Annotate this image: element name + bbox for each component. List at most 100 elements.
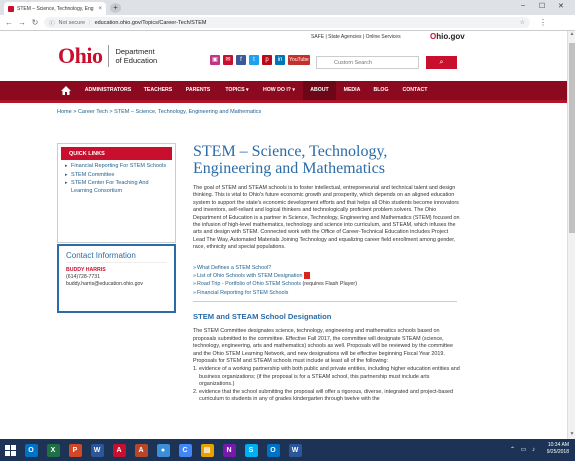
- bookmark-star-icon[interactable]: ☆: [520, 19, 525, 26]
- app-icon: O: [266, 443, 280, 457]
- new-tab-button[interactable]: +: [110, 3, 121, 13]
- link-financial-reporting[interactable]: Financial Reporting for STEM Schools: [197, 290, 288, 296]
- taskbar-app[interactable]: S: [240, 439, 262, 461]
- taskbar-app[interactable]: O: [20, 439, 42, 461]
- pinterest-icon[interactable]: p: [262, 55, 272, 65]
- search-input[interactable]: [316, 56, 419, 69]
- tab-close-icon[interactable]: ×: [98, 6, 102, 12]
- home-icon[interactable]: [60, 85, 72, 96]
- taskbar-app[interactable]: ●: [152, 439, 174, 461]
- taskbar-apps: O X P W A A ● C ▤ N S O W: [20, 439, 306, 461]
- clock-time: 10:34 AM: [547, 442, 569, 448]
- app-icon: A: [134, 443, 148, 457]
- logo-dept-line1: Department: [115, 47, 155, 56]
- facebook-icon[interactable]: f: [236, 55, 246, 65]
- browser-tab-bar: STEM – Science, Technology, Eng × + – ☐ …: [0, 0, 575, 15]
- nav-topics[interactable]: TOPICS ▾: [218, 81, 256, 100]
- browser-tab[interactable]: STEM – Science, Technology, Eng ×: [4, 2, 106, 15]
- app-icon: N: [222, 443, 236, 457]
- minimize-icon[interactable]: –: [521, 2, 525, 9]
- contact-info-panel: Contact Information BUDDY HARRIS (614)72…: [57, 244, 176, 313]
- nav-media[interactable]: MEDIA: [337, 81, 367, 100]
- taskbar-app[interactable]: W: [86, 439, 108, 461]
- instagram-icon[interactable]: ▣: [210, 55, 220, 65]
- back-icon[interactable]: ←: [5, 18, 13, 27]
- linkedin-icon[interactable]: in: [275, 55, 285, 65]
- scroll-thumb[interactable]: [569, 43, 575, 233]
- quick-link-stem-center[interactable]: STEM Center For Teaching And Learning Co…: [65, 180, 167, 195]
- breadcrumb-current: STEM – Science, Technology, Engineering …: [114, 109, 262, 115]
- clock-date: 9/25/2018: [546, 449, 569, 455]
- link-arrow-icon: »: [193, 264, 196, 271]
- taskbar-app[interactable]: N: [218, 439, 240, 461]
- link-road-trip[interactable]: Road Trip - Portfolio of Ohio STEM Schoo…: [197, 281, 301, 287]
- quick-link-stem-committee[interactable]: STEM Committee: [65, 172, 167, 180]
- forward-icon[interactable]: →: [18, 18, 26, 27]
- link-arrow-icon: »: [193, 289, 196, 296]
- contact-email[interactable]: buddy.harris@education.ohio.gov: [66, 281, 167, 288]
- app-icon: A: [112, 443, 126, 457]
- youtube-icon[interactable]: YouTube: [288, 55, 310, 65]
- taskbar-app[interactable]: C: [174, 439, 196, 461]
- favicon-icon: [8, 5, 14, 12]
- top-utility-links[interactable]: SAFE | State Agencies | Online Services: [311, 34, 401, 40]
- browser-menu-icon[interactable]: ⋮: [539, 18, 547, 27]
- taskbar-app[interactable]: A: [108, 439, 130, 461]
- main-nav: ADMINISTRATORS TEACHERS PARENTS TOPICS ▾…: [0, 81, 575, 100]
- url-field[interactable]: ⓘ Not secure | education.ohio.gov/Topics…: [44, 17, 530, 28]
- nav-contact[interactable]: CONTACT: [396, 81, 434, 100]
- site-header: Ohio Department of Education SAFE | Stat…: [0, 31, 575, 81]
- section-paragraph: The STEM Committee designates science, t…: [193, 328, 453, 364]
- link-item: »Road Trip - Portfolio of Ohio STEM Scho…: [193, 280, 461, 288]
- taskbar-app[interactable]: P: [64, 439, 86, 461]
- security-label: Not secure: [58, 19, 86, 26]
- windows-logo-icon: [4, 444, 16, 456]
- system-tray-icons[interactable]: ⌃ ▭ ♪: [510, 446, 537, 453]
- nav-how-do-i[interactable]: HOW DO I? ▾: [256, 81, 302, 100]
- maximize-icon[interactable]: ☐: [539, 2, 545, 10]
- page-scrollbar[interactable]: ▲ ▼: [567, 31, 575, 439]
- nav-administrators[interactable]: ADMINISTRATORS: [78, 81, 138, 100]
- breadcrumb-home[interactable]: Home: [57, 109, 72, 115]
- app-icon: ●: [156, 443, 170, 457]
- taskbar-app[interactable]: W: [284, 439, 306, 461]
- intro-paragraph: The goal of STEM and STEAM schools is to…: [193, 185, 460, 251]
- logo-ohio-text: Ohio: [58, 43, 103, 68]
- logo-divider: [108, 45, 110, 67]
- url-text: education.ohio.gov/Topics/Career-Tech/ST…: [94, 19, 207, 26]
- email-icon[interactable]: ✉: [223, 55, 233, 65]
- taskbar-app[interactable]: ▤: [196, 439, 218, 461]
- breadcrumb: Home > Career Tech > STEM – Science, Tec…: [57, 109, 261, 115]
- twitter-icon[interactable]: t: [249, 55, 259, 65]
- link-item: »List of Ohio Schools with STEM Designat…: [193, 272, 461, 280]
- nav-parents[interactable]: PARENTS: [178, 81, 218, 100]
- link-list-of-stem-schools[interactable]: List of Ohio Schools with STEM Designati…: [197, 273, 302, 279]
- quick-links-panel: QUICK LINKS Financial Reporting For STEM…: [57, 143, 176, 243]
- close-window-icon[interactable]: ✕: [558, 2, 564, 10]
- contact-phone: (614)728-7731: [66, 274, 101, 280]
- section-divider: [193, 301, 457, 303]
- taskbar-app[interactable]: X: [42, 439, 64, 461]
- link-arrow-icon: »: [193, 273, 196, 280]
- taskbar-app[interactable]: A: [130, 439, 152, 461]
- search-icon: ⌕: [439, 59, 444, 66]
- link-item: »Financial Reporting for STEM Schools: [193, 289, 461, 297]
- taskbar-app[interactable]: O: [262, 439, 284, 461]
- list-text: evidence of a working partnership with b…: [199, 366, 460, 388]
- reload-icon[interactable]: ↻: [31, 18, 39, 27]
- nav-about[interactable]: ABOUT: [303, 81, 336, 100]
- nav-blog[interactable]: BLOG: [367, 81, 395, 100]
- clock[interactable]: 10:34 AM 9/25/2018: [547, 442, 569, 456]
- social-links: ▣ ✉ f t p in YouTube: [210, 55, 310, 65]
- quick-link-financial-reporting[interactable]: Financial Reporting For STEM Schools: [65, 163, 167, 171]
- site-logo[interactable]: Ohio Department of Education: [58, 43, 157, 69]
- breadcrumb-career-tech[interactable]: Career Tech: [78, 109, 108, 115]
- nav-teachers[interactable]: TEACHERS: [139, 81, 177, 100]
- scroll-down-icon[interactable]: ▼: [568, 431, 575, 439]
- start-button[interactable]: [0, 439, 20, 461]
- section-title: STEM and STEAM School Designation: [193, 312, 332, 322]
- ohio-gov-logo[interactable]: Ohio.gov: [430, 32, 465, 41]
- scroll-up-icon[interactable]: ▲: [568, 31, 575, 39]
- search-button[interactable]: ⌕: [426, 56, 457, 69]
- link-what-defines-stem[interactable]: What Defines a STEM School?: [197, 265, 271, 271]
